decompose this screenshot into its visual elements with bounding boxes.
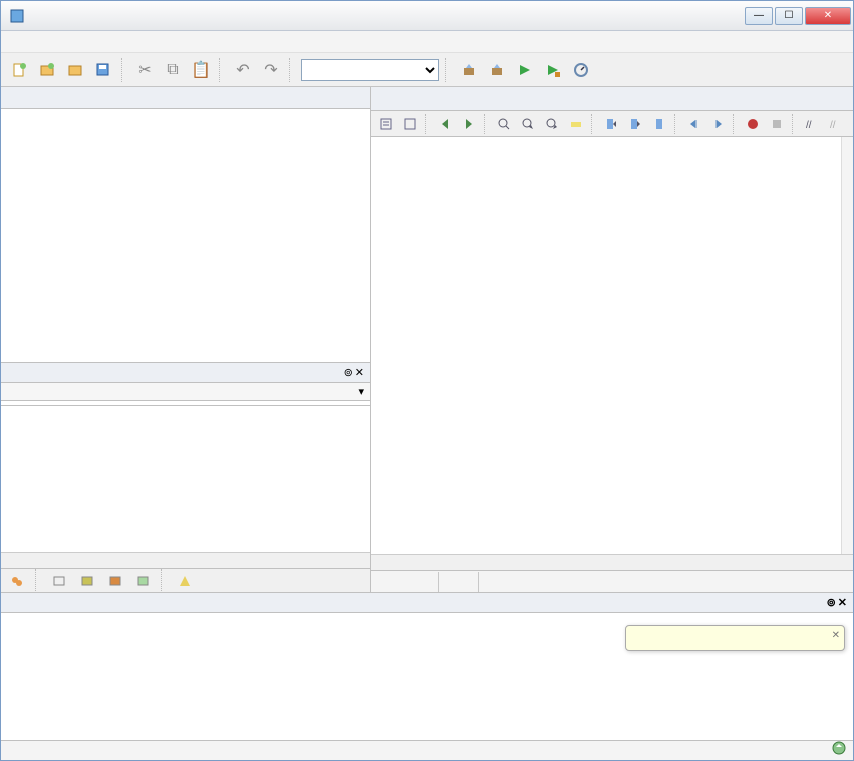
build-button[interactable] [457, 58, 481, 82]
comment-button[interactable]: // [801, 113, 823, 135]
navigator-header: ⊚ ✕ [1, 363, 370, 383]
output-panel: ⊚ ✕ ✕ [1, 592, 853, 740]
nav-fwd-button[interactable] [458, 113, 480, 135]
navigator-view-select[interactable]: ▾ [1, 383, 370, 401]
output-pin-icon: ⊚ [827, 596, 836, 609]
navigator-member-list[interactable] [1, 406, 370, 552]
config-select[interactable] [301, 59, 439, 81]
profile-button[interactable] [569, 58, 593, 82]
nav-filter-4[interactable] [103, 569, 127, 593]
find-next-button[interactable] [541, 113, 563, 135]
navigator-scrollbar[interactable] [1, 552, 370, 568]
menubar [1, 31, 853, 53]
next-bookmark-button[interactable] [624, 113, 646, 135]
editor-tabs [371, 87, 853, 111]
source-view-button[interactable] [375, 113, 397, 135]
shift-left-button[interactable] [683, 113, 705, 135]
app-icon [9, 8, 25, 24]
new-project-button[interactable] [35, 58, 59, 82]
cursor-position [371, 572, 439, 592]
new-file-button[interactable] [7, 58, 31, 82]
cut-button[interactable]: ✂ [133, 58, 157, 82]
update-balloon[interactable]: ✕ [625, 625, 845, 651]
code-viewport[interactable] [371, 137, 853, 570]
navigator-pin-icon[interactable]: ⊚ [344, 366, 353, 379]
navigator-close-icon[interactable]: ✕ [355, 366, 364, 379]
find-prev-button[interactable] [517, 113, 539, 135]
nav-filter-5[interactable] [131, 569, 155, 593]
output-header: ⊚ ✕ [1, 593, 853, 613]
editor-hscrollbar[interactable] [371, 554, 853, 570]
project-tree[interactable] [1, 109, 370, 362]
editor-toolbar: // // [371, 111, 853, 137]
nav-filter-6[interactable] [173, 569, 197, 593]
save-all-button[interactable] [91, 58, 115, 82]
redo-button[interactable]: ↷ [259, 58, 283, 82]
svg-text://: // [806, 120, 812, 131]
navigator-panel: ⊚ ✕ ▾ [1, 362, 370, 592]
update-icon[interactable] [831, 740, 847, 760]
editor-area: // // [371, 87, 853, 592]
minimize-button[interactable]: — [745, 7, 773, 25]
nav-filter-2[interactable] [47, 569, 71, 593]
uncomment-button[interactable]: // [825, 113, 847, 135]
navigator-toolbar [1, 568, 370, 592]
editor-statusbar [371, 570, 853, 592]
nav-back-button[interactable] [434, 113, 456, 135]
macro-stop-button[interactable] [766, 113, 788, 135]
left-pane: ⊚ ✕ ▾ [1, 87, 371, 592]
code-text[interactable] [371, 137, 853, 139]
copy-button[interactable]: ⧉ [161, 58, 185, 82]
run-button[interactable] [513, 58, 537, 82]
maximize-button[interactable]: ☐ [775, 7, 803, 25]
insert-mode [439, 572, 479, 592]
find-sel-button[interactable] [493, 113, 515, 135]
main-split: ⊚ ✕ ▾ [1, 87, 853, 592]
output-close-icon[interactable]: ✕ [838, 596, 847, 609]
balloon-close-icon[interactable]: ✕ [832, 630, 840, 641]
paste-button[interactable]: 📋 [189, 58, 213, 82]
main-toolbar: ✂ ⧉ 📋 ↶ ↷ [1, 53, 853, 87]
undo-button[interactable]: ↶ [231, 58, 255, 82]
prev-bookmark-button[interactable] [600, 113, 622, 135]
nav-filter-3[interactable] [75, 569, 99, 593]
macro-record-button[interactable] [742, 113, 764, 135]
open-project-button[interactable] [63, 58, 87, 82]
titlebar: — ☐ ✕ [1, 1, 853, 31]
debug-button[interactable] [541, 58, 565, 82]
error-stripe[interactable] [841, 137, 853, 554]
ide-statusbar [1, 740, 853, 760]
svg-text://: // [830, 120, 836, 131]
toggle-highlight-button[interactable] [565, 113, 587, 135]
app-window: — ☐ ✕ ✂ ⧉ 📋 ↶ ↷ [0, 0, 854, 761]
clean-build-button[interactable] [485, 58, 509, 82]
nav-filter-1[interactable] [5, 569, 29, 593]
close-button[interactable]: ✕ [805, 7, 851, 25]
workspace: ⊚ ✕ ▾ [1, 87, 853, 760]
project-tabs [1, 87, 370, 109]
shift-right-button[interactable] [707, 113, 729, 135]
history-view-button[interactable] [399, 113, 421, 135]
toggle-bookmark-button[interactable] [648, 113, 670, 135]
